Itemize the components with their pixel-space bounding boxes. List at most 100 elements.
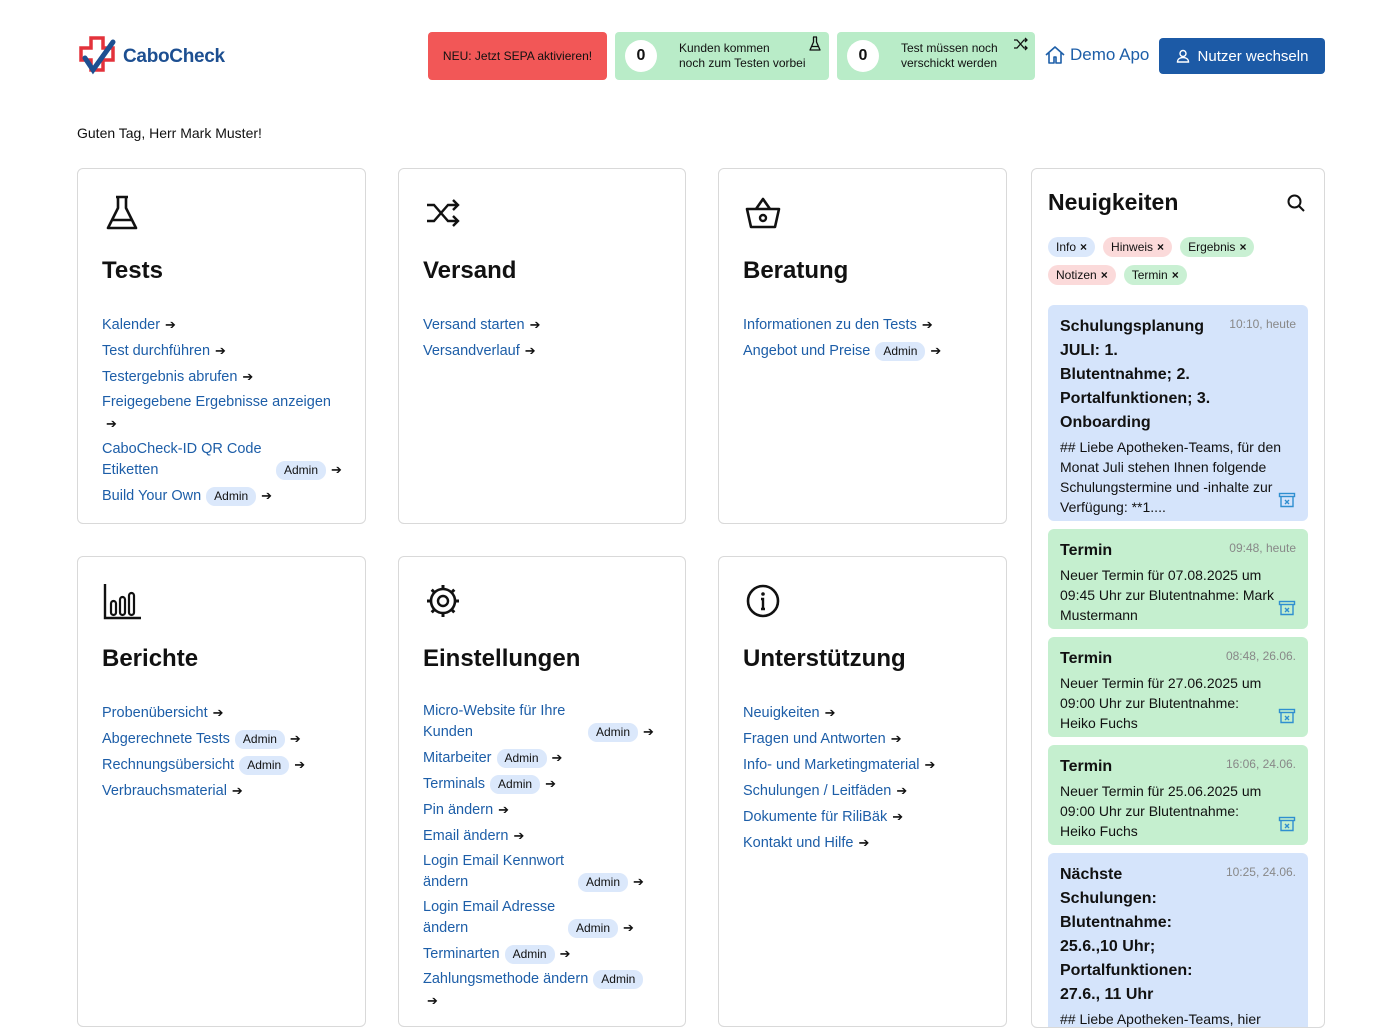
counter-line1: Test müssen noch: [901, 41, 998, 55]
news-item-time: 10:10, heute: [1229, 317, 1296, 331]
link-abgerechnete-tests[interactable]: Abgerechnete Tests Admin ➔: [102, 728, 345, 750]
news-item[interactable]: Nächste Schulungen: Blutentnahme: 25.6.,…: [1048, 853, 1308, 1027]
news-item[interactable]: Schulungsplanung JULI: 1. Blutentnahme; …: [1048, 305, 1308, 521]
arrow-right-icon: ➔: [858, 835, 870, 850]
arrow-right-icon: ➔: [215, 343, 226, 358]
tag-termin[interactable]: Termin ×: [1123, 265, 1187, 285]
tag-ergebnis[interactable]: Ergebnis ×: [1180, 237, 1255, 257]
link-test-durchfuehren[interactable]: Test durchführen ➔: [102, 340, 345, 362]
link-freigegebene-ergebnisse[interactable]: Freigegebene Ergebnisse anzeigen ➔: [102, 392, 345, 435]
link-verbrauchsmaterial[interactable]: Verbrauchsmaterial ➔: [102, 780, 345, 802]
remove-icon[interactable]: ×: [1239, 239, 1246, 255]
link-rechnungsuebersicht[interactable]: Rechnungsübersicht Admin ➔: [102, 754, 345, 776]
link-label: Angebot und Preise: [743, 343, 871, 359]
link-informationen-tests[interactable]: Informationen zu den Tests ➔: [743, 314, 986, 336]
archive-icon[interactable]: [1278, 599, 1296, 617]
counter-text: Kunden kommen noch zum Testen vorbei: [679, 41, 806, 71]
tag-label: Hinweis: [1111, 240, 1154, 254]
archive-icon[interactable]: [1278, 707, 1296, 725]
link-label: Versand starten: [423, 317, 525, 333]
arrow-right-icon: ➔: [633, 874, 644, 889]
remove-icon[interactable]: ×: [1101, 267, 1108, 283]
card-tests: Tests Kalender ➔ Test durchführen ➔ Tester…: [77, 168, 366, 524]
link-angebot-preise[interactable]: Angebot und Preise Admin ➔: [743, 340, 986, 362]
link-zahlungsmethode[interactable]: Zahlungsmethode ändern Admin ➔: [423, 969, 665, 1012]
admin-badge: Admin: [276, 461, 327, 480]
sepa-activate-button[interactable]: NEU: Jetzt SEPA aktivieren!: [428, 32, 607, 80]
news-item[interactable]: Termin 09:48, heute Neuer Termin für 07.…: [1048, 529, 1308, 629]
arrow-right-icon: ➔: [551, 750, 563, 765]
arrow-right-icon: ➔: [106, 416, 117, 431]
link-label: Probenübersicht: [102, 705, 208, 721]
arrow-right-icon: ➔: [165, 317, 176, 332]
arrow-right-icon: ➔: [261, 488, 273, 503]
arrow-right-icon: ➔: [289, 731, 301, 746]
news-item-title: Schulungsplanung JULI: 1. Blutentnahme; …: [1060, 318, 1211, 431]
customers-pending-counter[interactable]: 0 Kunden kommen noch zum Testen vorbei: [615, 32, 829, 80]
link-label: Kalender: [102, 317, 161, 333]
link-qr-code-etiketten[interactable]: CaboCheck-ID QR Code Etiketten Admin ➔: [102, 439, 345, 481]
arrow-right-icon: ➔: [294, 757, 306, 772]
link-marketingmaterial[interactable]: Info- und Marketingmaterial ➔: [743, 754, 986, 776]
admin-badge: Admin: [496, 749, 547, 768]
link-dokumente-rilibaek[interactable]: Dokumente für RiliBäk ➔: [743, 806, 986, 828]
link-kalender[interactable]: Kalender ➔: [102, 314, 345, 336]
link-micro-website[interactable]: Micro-Website für Ihre Kunden Admin ➔: [423, 701, 665, 743]
counter-text: Test müssen noch verschickt werden: [901, 41, 998, 71]
link-login-adresse[interactable]: Login Email Adresse ändern Admin ➔: [423, 897, 665, 939]
news-item-body: ## Liebe Apotheken-Teams, für den Monat …: [1060, 439, 1282, 515]
link-label: Login Email Adresse ändern: [423, 899, 556, 936]
link-label: Email ändern: [423, 828, 509, 844]
counter-line2: verschickt werden: [901, 56, 998, 70]
greeting: Guten Tag, Herr Mark Muster!: [77, 125, 262, 141]
link-label: Schulungen / Leitfäden: [743, 783, 892, 799]
search-icon[interactable]: [1286, 193, 1306, 213]
link-versand-starten[interactable]: Versand starten ➔: [423, 314, 665, 336]
link-schulungen[interactable]: Schulungen / Leitfäden ➔: [743, 780, 986, 802]
link-mitarbeiter[interactable]: Mitarbeiter Admin ➔: [423, 747, 665, 769]
tests-to-ship-counter[interactable]: 0 Test müssen noch verschickt werden: [837, 32, 1035, 80]
news-item[interactable]: Termin 08:48, 26.06. Neuer Termin für 27…: [1048, 637, 1308, 737]
news-item-time: 10:25, 24.06.: [1225, 865, 1296, 879]
remove-icon[interactable]: ×: [1157, 239, 1164, 255]
link-terminarten[interactable]: Terminarten Admin ➔: [423, 943, 665, 965]
switch-user-button[interactable]: Nutzer wechseln: [1159, 38, 1325, 74]
news-item[interactable]: Termin 16:06, 24.06. Neuer Termin für 25…: [1048, 745, 1308, 845]
link-terminals[interactable]: Terminals Admin ➔: [423, 773, 665, 795]
pharmacy-link[interactable]: Demo Apo: [1044, 44, 1149, 66]
logo[interactable]: CaboCheck: [77, 36, 225, 78]
arrow-right-icon: ➔: [890, 731, 902, 746]
link-email-aendern[interactable]: Email ändern ➔: [423, 825, 665, 847]
card-title: Einstellungen: [423, 645, 581, 672]
link-label: Micro-Website für Ihre Kunden: [423, 703, 566, 740]
news-item-title: Termin: [1060, 542, 1113, 559]
link-neuigkeiten[interactable]: Neuigkeiten ➔: [743, 702, 986, 724]
link-testergebnis-abrufen[interactable]: Testergebnis abrufen ➔: [102, 366, 345, 388]
card-berichte: Berichte Probenübersicht ➔ Abgerechnete T…: [77, 556, 366, 1027]
remove-icon[interactable]: ×: [1080, 239, 1087, 255]
link-build-your-own[interactable]: Build Your Own Admin ➔: [102, 485, 345, 507]
news-item-body: Neuer Termin für 07.08.2025 um 09:45 Uhr…: [1060, 567, 1274, 623]
arrow-right-icon: ➔: [559, 946, 571, 961]
tag-notizen[interactable]: Notizen ×: [1048, 265, 1116, 285]
link-kontakt-hilfe[interactable]: Kontakt und Hilfe ➔: [743, 832, 986, 854]
link-fragen-antworten[interactable]: Fragen und Antworten ➔: [743, 728, 986, 750]
tag-info[interactable]: Info ×: [1048, 237, 1096, 257]
link-label: Build Your Own: [102, 488, 202, 504]
link-versandverlauf[interactable]: Versandverlauf ➔: [423, 340, 665, 362]
link-probenuebersicht[interactable]: Probenübersicht ➔: [102, 702, 345, 724]
link-pin-aendern[interactable]: Pin ändern ➔: [423, 799, 665, 821]
link-login-kennwort[interactable]: Login Email Kennwort ändern Admin ➔: [423, 851, 665, 893]
counter-value: 0: [625, 40, 657, 72]
tag-hinweis[interactable]: Hinweis ×: [1103, 237, 1173, 257]
archive-icon[interactable]: [1278, 491, 1296, 509]
link-label: Terminals: [423, 776, 486, 792]
admin-badge: Admin: [206, 487, 257, 506]
link-label: Pin ändern: [423, 802, 494, 818]
card-title: Versand: [423, 257, 517, 284]
remove-icon[interactable]: ×: [1172, 267, 1179, 283]
link-label: Dokumente für RiliBäk: [743, 809, 888, 825]
news-item-title: Termin: [1060, 758, 1113, 775]
card-links: Informationen zu den Tests ➔ Angebot und …: [743, 314, 986, 366]
archive-icon[interactable]: [1278, 815, 1296, 833]
